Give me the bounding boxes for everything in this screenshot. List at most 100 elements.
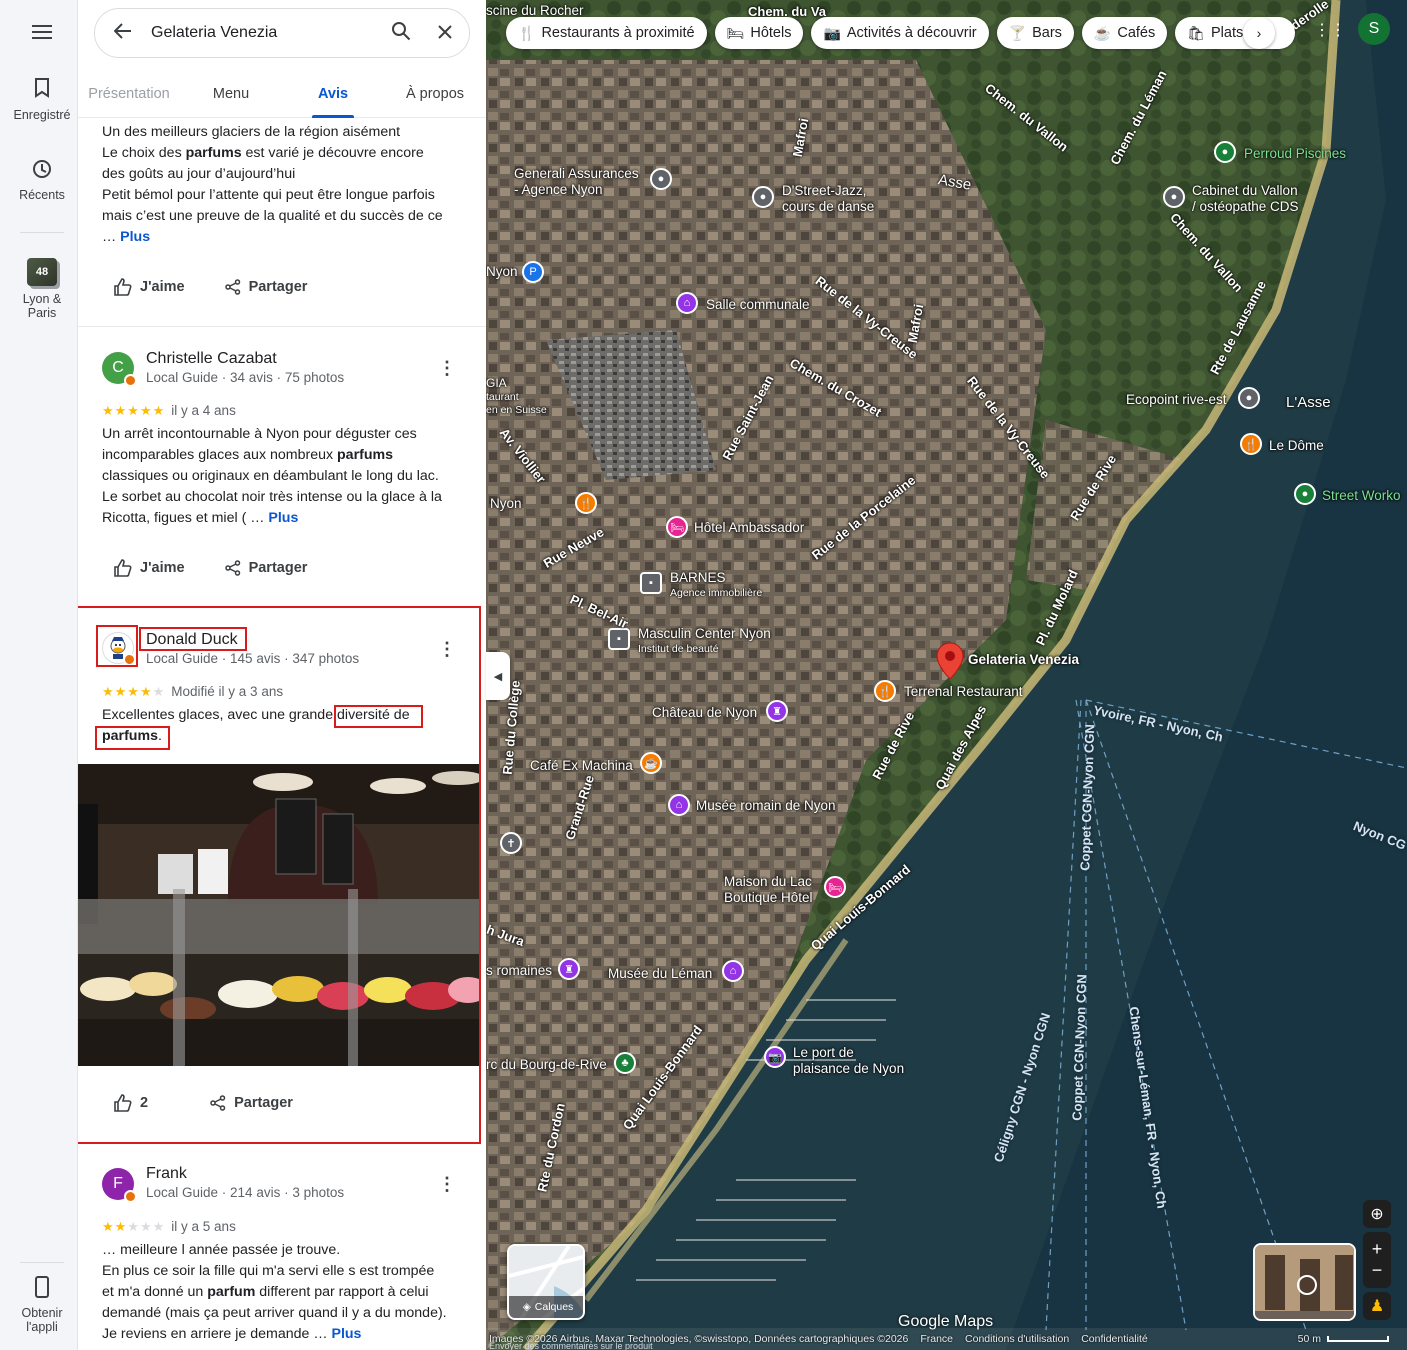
tab-reviews[interactable]: Avis [282,70,384,118]
zoom-out-button[interactable]: − [1372,1260,1383,1281]
poi-label[interactable]: Maison du Lac [724,874,812,889]
chip-takeout[interactable]: 🛍 Plats à e [1175,17,1296,49]
privacy-link[interactable]: Confidentialité [1081,1333,1148,1345]
rail-item-saved[interactable]: Enregistré [0,78,84,122]
museum-pin-icon[interactable]: ♜ [558,958,580,980]
poi-label[interactable]: Nyon [486,264,518,279]
poi-label[interactable]: D'Street-Jazz, [782,183,866,198]
more-link[interactable]: Plus [120,229,150,245]
poi-label[interactable]: Le port de [793,1045,854,1060]
more-link[interactable]: Plus [331,1326,361,1342]
menu-button[interactable] [22,20,62,44]
selected-place-pin-icon[interactable] [936,642,964,680]
tab-menu[interactable]: Menu [180,70,282,117]
museum-pin-icon[interactable]: ♜ [766,700,788,722]
poi-label[interactable]: Salle communale [706,297,810,312]
poi-label[interactable]: Château de Nyon [652,705,757,720]
business-pin-icon[interactable]: ▪ [640,572,662,594]
restaurant-pin-icon[interactable]: 🍴 [1240,433,1262,455]
like-button[interactable]: J'aime [114,559,185,577]
region-label[interactable]: France [920,1333,953,1345]
poi-label[interactable]: Musée romain de Nyon [696,798,836,813]
rail-item-get-app[interactable]: Obtenir l'appli [0,1276,84,1334]
hotel-pin-icon[interactable]: 🛏 [824,876,846,898]
avatar[interactable]: C [102,352,137,387]
restaurant-pin-icon[interactable]: 🍴 [874,680,896,702]
layers-button[interactable]: ◈ Calques [507,1244,585,1320]
poi-label[interactable]: Terrenal Restaurant [904,684,1023,699]
business-pin-icon[interactable]: ● [1163,186,1185,208]
poi-label[interactable]: cours de danse [782,199,874,214]
parking-pin-icon[interactable]: P [522,261,544,283]
poi-label[interactable]: Nyon [490,496,522,511]
poi-label[interactable]: Cabinet du Vallon [1192,183,1298,198]
terms-link[interactable]: Conditions d'utilisation [965,1333,1069,1345]
poi-label[interactable]: Perroud Piscines [1244,146,1346,161]
poi-label[interactable]: BARNES [670,570,726,585]
close-icon[interactable] [421,20,469,46]
attraction-pin-icon[interactable]: 📷 [764,1046,786,1068]
rail-item-recent[interactable]: Récents [0,158,84,202]
map-view[interactable]: 🍴 Restaurants à proximité 🛏 Hôtels 📷 Activi… [486,0,1407,1350]
chips-next-button[interactable]: › [1243,17,1275,49]
search-box[interactable]: Gelateria Venezia [94,8,470,58]
chip-bars[interactable]: 🍸 Bars [996,17,1074,49]
search-icon[interactable] [381,21,421,46]
my-location-button[interactable]: ⊕ [1363,1200,1391,1228]
poi-label[interactable]: Ecopoint rive-est [1126,392,1227,407]
poi-label[interactable]: en en Suisse [486,404,547,416]
account-avatar[interactable]: S [1358,13,1390,45]
feedback-link[interactable]: Envoyer des commentaires sur le produit [489,1341,653,1350]
share-button[interactable]: Partager [224,278,307,296]
restaurant-pin-icon[interactable]: 🍴 [575,492,597,514]
pegman-button[interactable]: ♟ [1363,1292,1391,1320]
reviewer-name[interactable]: Frank [146,1165,187,1183]
shop-pin-icon[interactable]: ● [1214,141,1236,163]
chip-cafes[interactable]: ☕ Cafés [1081,17,1168,49]
poi-label[interactable]: Le Dôme [1269,438,1324,453]
business-pin-icon[interactable]: ● [752,186,774,208]
share-button[interactable]: Partager [224,559,307,577]
poi-label[interactable]: Café Ex Machina [530,758,633,773]
more-options-icon[interactable]: ⋮ [438,639,456,660]
poi-label[interactable]: scine du Rocher [486,3,584,18]
more-options-icon[interactable]: ⋮ [438,1174,456,1195]
search-input[interactable]: Gelateria Venezia [151,24,381,42]
poi-label[interactable]: GIA [486,376,507,390]
more-options-icon[interactable]: ⋮ [438,358,456,379]
poi-label[interactable]: Masculin Center Nyon [638,626,771,641]
cafe-pin-icon[interactable]: ☕ [640,752,662,774]
like-button[interactable]: 2 [114,1094,148,1112]
share-button[interactable]: Partager [210,1094,293,1112]
business-pin-icon[interactable]: ▪ [608,628,630,650]
more-link[interactable]: Plus [268,510,298,526]
back-arrow-icon[interactable] [95,22,151,45]
business-pin-icon[interactable]: ● [1238,387,1260,409]
poi-label[interactable]: / ostéopathe CDS [1192,199,1299,214]
chip-hotels[interactable]: 🛏 Hôtels [714,17,804,49]
like-button[interactable]: J'aime [114,278,185,296]
chip-activities[interactable]: 📷 Activités à découvrir [811,17,989,49]
reviewer-name[interactable]: Christelle Cazabat [146,350,277,368]
tab-overview[interactable]: Présentation [78,70,180,117]
chip-restaurants[interactable]: 🍴 Restaurants à proximité [506,17,707,49]
collapse-panel-button[interactable]: ◀ [486,652,510,700]
poi-label[interactable]: plaisance de Nyon [793,1061,904,1076]
review-photo[interactable] [78,764,479,1066]
poi-label[interactable]: Musée du Léman [608,966,712,981]
poi-label[interactable]: Street Worko [1322,488,1401,503]
rail-item-collection[interactable]: 48 Lyon & Paris [0,258,84,320]
poi-label[interactable]: Hôtel Ambassador [694,520,804,535]
museum-pin-icon[interactable]: ⌂ [722,960,744,982]
hotel-pin-icon[interactable]: 🛏 [666,516,688,538]
place-label-gelateria[interactable]: Gelateria Venezia [968,652,1079,667]
tab-about[interactable]: À propos [384,70,486,117]
poi-label[interactable]: Generali Assurances [514,166,639,181]
museum-pin-icon[interactable]: ⌂ [668,794,690,816]
poi-label[interactable]: taurant [486,391,519,403]
business-pin-icon[interactable]: ● [650,168,672,190]
zoom-in-button[interactable]: + [1372,1239,1383,1260]
park-pin-icon[interactable]: ♣ [614,1052,636,1074]
venue-pin-icon[interactable]: ⌂ [676,292,698,314]
park-pin-icon[interactable]: ● [1294,483,1316,505]
